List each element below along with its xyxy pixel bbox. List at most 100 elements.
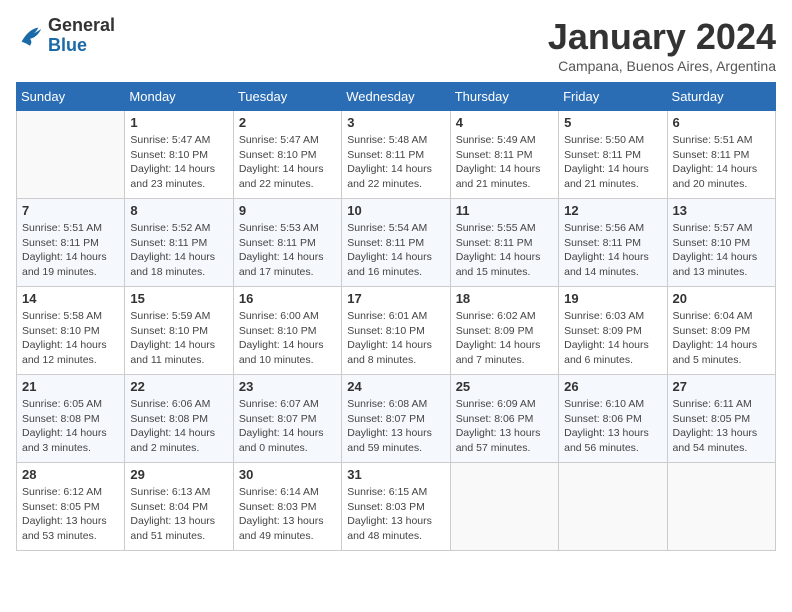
day-info: Sunrise: 6:08 AMSunset: 8:07 PMDaylight:… xyxy=(347,397,444,456)
day-info: Sunrise: 6:11 AMSunset: 8:05 PMDaylight:… xyxy=(673,397,770,456)
day-info: Sunrise: 6:02 AMSunset: 8:09 PMDaylight:… xyxy=(456,309,553,368)
weekday-header-wednesday: Wednesday xyxy=(342,83,450,111)
day-number: 30 xyxy=(239,467,336,482)
day-number: 3 xyxy=(347,115,444,130)
weekday-header-saturday: Saturday xyxy=(667,83,775,111)
day-cell: 22Sunrise: 6:06 AMSunset: 8:08 PMDayligh… xyxy=(125,375,233,463)
day-number: 25 xyxy=(456,379,553,394)
weekday-header-tuesday: Tuesday xyxy=(233,83,341,111)
day-info: Sunrise: 6:03 AMSunset: 8:09 PMDaylight:… xyxy=(564,309,661,368)
day-number: 9 xyxy=(239,203,336,218)
logo-blue: Blue xyxy=(48,35,87,55)
calendar-subtitle: Campana, Buenos Aires, Argentina xyxy=(548,58,776,74)
day-number: 14 xyxy=(22,291,119,306)
weekday-header-friday: Friday xyxy=(559,83,667,111)
day-info: Sunrise: 6:12 AMSunset: 8:05 PMDaylight:… xyxy=(22,485,119,544)
day-info: Sunrise: 5:48 AMSunset: 8:11 PMDaylight:… xyxy=(347,133,444,192)
day-cell: 9 Sunrise: 5:53 AMSunset: 8:11 PMDaylight… xyxy=(233,199,341,287)
day-info: Sunrise: 5:58 AMSunset: 8:10 PMDaylight:… xyxy=(22,309,119,368)
day-cell: 31 Sunrise: 6:15 AMSunset: 8:03 PMDayligh… xyxy=(342,463,450,551)
day-info: Sunrise: 5:51 AMSunset: 8:11 PMDaylight:… xyxy=(22,221,119,280)
day-cell: 8 Sunrise: 5:52 AMSunset: 8:11 PMDaylight… xyxy=(125,199,233,287)
logo-text: General Blue xyxy=(48,16,115,56)
day-number: 20 xyxy=(673,291,770,306)
day-info: Sunrise: 5:47 AMSunset: 8:10 PMDaylight:… xyxy=(130,133,227,192)
day-cell: 26 Sunrise: 6:10 AMSunset: 8:06 PMDayligh… xyxy=(559,375,667,463)
day-cell: 15 Sunrise: 5:59 AMSunset: 8:10 PMDayligh… xyxy=(125,287,233,375)
day-number: 11 xyxy=(456,203,553,218)
page-header: General Blue January 2024 Campana, Bueno… xyxy=(16,16,776,74)
day-number: 10 xyxy=(347,203,444,218)
logo-general: General xyxy=(48,15,115,35)
calendar-table: SundayMondayTuesdayWednesdayThursdayFrid… xyxy=(16,82,776,551)
day-number: 12 xyxy=(564,203,661,218)
day-number: 26 xyxy=(564,379,661,394)
day-cell: 20 Sunrise: 6:04 AMSunset: 8:09 PMDayligh… xyxy=(667,287,775,375)
day-cell: 28Sunrise: 6:12 AMSunset: 8:05 PMDayligh… xyxy=(17,463,125,551)
day-info: Sunrise: 5:56 AMSunset: 8:11 PMDaylight:… xyxy=(564,221,661,280)
day-info: Sunrise: 6:01 AMSunset: 8:10 PMDaylight:… xyxy=(347,309,444,368)
weekday-header-row: SundayMondayTuesdayWednesdayThursdayFrid… xyxy=(17,83,776,111)
logo-bird-icon xyxy=(16,22,44,50)
day-cell: 17Sunrise: 6:01 AMSunset: 8:10 PMDayligh… xyxy=(342,287,450,375)
day-info: Sunrise: 5:57 AMSunset: 8:10 PMDaylight:… xyxy=(673,221,770,280)
day-number: 5 xyxy=(564,115,661,130)
day-number: 24 xyxy=(347,379,444,394)
day-info: Sunrise: 6:14 AMSunset: 8:03 PMDaylight:… xyxy=(239,485,336,544)
day-number: 2 xyxy=(239,115,336,130)
day-info: Sunrise: 6:13 AMSunset: 8:04 PMDaylight:… xyxy=(130,485,227,544)
day-number: 8 xyxy=(130,203,227,218)
day-cell: 30 Sunrise: 6:14 AMSunset: 8:03 PMDayligh… xyxy=(233,463,341,551)
day-number: 15 xyxy=(130,291,227,306)
day-number: 18 xyxy=(456,291,553,306)
day-cell: 27 Sunrise: 6:11 AMSunset: 8:05 PMDayligh… xyxy=(667,375,775,463)
day-cell: 29 Sunrise: 6:13 AMSunset: 8:04 PMDayligh… xyxy=(125,463,233,551)
week-row-1: 1 Sunrise: 5:47 AMSunset: 8:10 PMDaylight… xyxy=(17,111,776,199)
day-number: 6 xyxy=(673,115,770,130)
day-info: Sunrise: 5:51 AMSunset: 8:11 PMDaylight:… xyxy=(673,133,770,192)
day-cell: 19 Sunrise: 6:03 AMSunset: 8:09 PMDayligh… xyxy=(559,287,667,375)
day-cell: 23 Sunrise: 6:07 AMSunset: 8:07 PMDayligh… xyxy=(233,375,341,463)
day-info: Sunrise: 6:05 AMSunset: 8:08 PMDaylight:… xyxy=(22,397,119,456)
day-cell: 2 Sunrise: 5:47 AMSunset: 8:10 PMDaylight… xyxy=(233,111,341,199)
day-info: Sunrise: 6:00 AMSunset: 8:10 PMDaylight:… xyxy=(239,309,336,368)
day-info: Sunrise: 5:52 AMSunset: 8:11 PMDaylight:… xyxy=(130,221,227,280)
day-cell: 13 Sunrise: 5:57 AMSunset: 8:10 PMDayligh… xyxy=(667,199,775,287)
day-cell: 21 Sunrise: 6:05 AMSunset: 8:08 PMDayligh… xyxy=(17,375,125,463)
day-number: 1 xyxy=(130,115,227,130)
day-number: 29 xyxy=(130,467,227,482)
day-cell: 6 Sunrise: 5:51 AMSunset: 8:11 PMDaylight… xyxy=(667,111,775,199)
day-info: Sunrise: 6:15 AMSunset: 8:03 PMDaylight:… xyxy=(347,485,444,544)
day-cell: 25Sunrise: 6:09 AMSunset: 8:06 PMDayligh… xyxy=(450,375,558,463)
day-number: 7 xyxy=(22,203,119,218)
day-info: Sunrise: 6:10 AMSunset: 8:06 PMDaylight:… xyxy=(564,397,661,456)
day-cell: 1 Sunrise: 5:47 AMSunset: 8:10 PMDaylight… xyxy=(125,111,233,199)
day-cell: 12 Sunrise: 5:56 AMSunset: 8:11 PMDayligh… xyxy=(559,199,667,287)
day-info: Sunrise: 5:53 AMSunset: 8:11 PMDaylight:… xyxy=(239,221,336,280)
day-info: Sunrise: 5:55 AMSunset: 8:11 PMDaylight:… xyxy=(456,221,553,280)
day-info: Sunrise: 6:07 AMSunset: 8:07 PMDaylight:… xyxy=(239,397,336,456)
day-info: Sunrise: 5:54 AMSunset: 8:11 PMDaylight:… xyxy=(347,221,444,280)
week-row-3: 14 Sunrise: 5:58 AMSunset: 8:10 PMDayligh… xyxy=(17,287,776,375)
weekday-header-monday: Monday xyxy=(125,83,233,111)
day-cell: 14 Sunrise: 5:58 AMSunset: 8:10 PMDayligh… xyxy=(17,287,125,375)
day-cell xyxy=(559,463,667,551)
day-info: Sunrise: 6:04 AMSunset: 8:09 PMDaylight:… xyxy=(673,309,770,368)
day-info: Sunrise: 5:59 AMSunset: 8:10 PMDaylight:… xyxy=(130,309,227,368)
day-cell: 16Sunrise: 6:00 AMSunset: 8:10 PMDayligh… xyxy=(233,287,341,375)
day-number: 13 xyxy=(673,203,770,218)
day-cell: 7 Sunrise: 5:51 AMSunset: 8:11 PMDaylight… xyxy=(17,199,125,287)
day-number: 21 xyxy=(22,379,119,394)
day-number: 31 xyxy=(347,467,444,482)
day-cell: 3 Sunrise: 5:48 AMSunset: 8:11 PMDaylight… xyxy=(342,111,450,199)
day-info: Sunrise: 5:47 AMSunset: 8:10 PMDaylight:… xyxy=(239,133,336,192)
day-info: Sunrise: 5:50 AMSunset: 8:11 PMDaylight:… xyxy=(564,133,661,192)
day-number: 23 xyxy=(239,379,336,394)
title-area: January 2024 Campana, Buenos Aires, Arge… xyxy=(548,16,776,74)
day-cell: 11 Sunrise: 5:55 AMSunset: 8:11 PMDayligh… xyxy=(450,199,558,287)
day-number: 27 xyxy=(673,379,770,394)
day-number: 19 xyxy=(564,291,661,306)
day-info: Sunrise: 5:49 AMSunset: 8:11 PMDaylight:… xyxy=(456,133,553,192)
day-cell xyxy=(17,111,125,199)
logo: General Blue xyxy=(16,16,115,56)
